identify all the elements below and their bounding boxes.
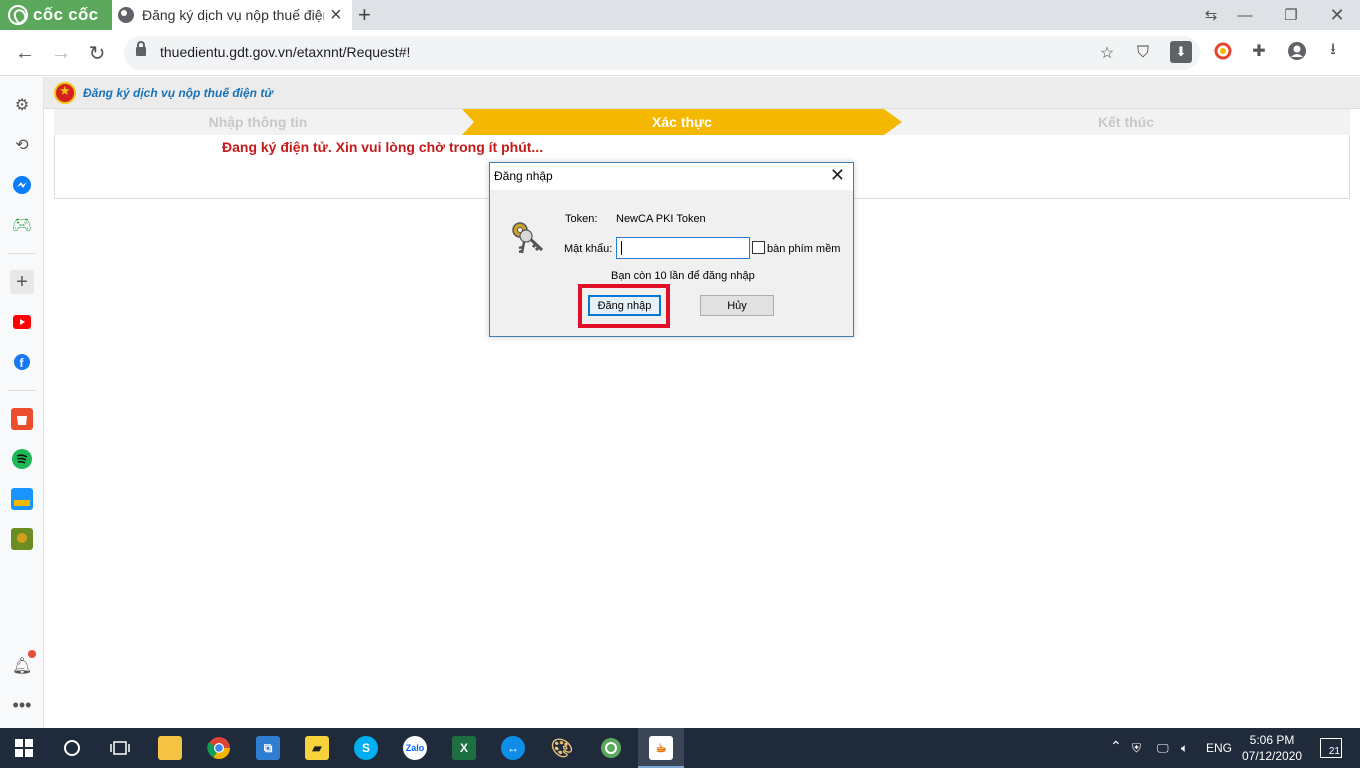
settings-gear-icon[interactable]: ⚙: [10, 93, 34, 117]
forward-button[interactable]: →: [48, 40, 74, 66]
clock-date: 07/12/2020: [1242, 749, 1303, 763]
keys-icon: [512, 222, 544, 254]
browser-sidebar: ⚙ ⟲ 🎮︎ + f 🔔︎ •••: [0, 77, 44, 728]
login-dialog: Đăng nhập ✕ Token: NewCA PKI Token Mật k…: [489, 162, 854, 337]
new-tab-button[interactable]: +: [358, 2, 371, 28]
site-title: Đăng ký dịch vụ nộp thuế điện tử: [83, 86, 273, 100]
address-bar[interactable]: thuedientu.gdt.gov.vn/etaxnnt/Request#! …: [124, 36, 1200, 70]
sidebar-divider: [8, 390, 36, 391]
sticky-notes-icon[interactable]: ▰: [305, 736, 329, 760]
notification-count: 21: [1328, 746, 1340, 757]
facebook-icon[interactable]: f: [10, 350, 34, 374]
dialog-close-icon[interactable]: ✕: [830, 165, 845, 186]
paint-icon[interactable]: 🎨︎: [550, 736, 574, 760]
youtube-icon[interactable]: [10, 310, 34, 334]
download-video-icon[interactable]: ⬇: [1170, 41, 1192, 63]
more-options-icon[interactable]: •••: [10, 693, 34, 717]
teamviewer-icon[interactable]: ↔: [501, 736, 525, 760]
windows-taskbar: ⧉ ▰ S Zalo X ↔ 🎨︎ ☕︎ ⌃ ⛨ 🖵︎ 🔈︎ ENG 5:06 …: [0, 728, 1360, 768]
progress-steps: Nhập thông tin Xác thực Kết thúc: [54, 109, 1350, 135]
tab-close-icon[interactable]: ×: [330, 5, 342, 25]
skype-icon[interactable]: S: [354, 736, 378, 760]
zalo-icon[interactable]: Zalo: [403, 736, 427, 760]
brand-name: cốc cốc: [33, 5, 99, 24]
password-label: Mật khẩu:: [564, 243, 613, 255]
messenger-icon[interactable]: [10, 173, 34, 197]
lock-icon[interactable]: [136, 41, 146, 56]
add-shortcut-icon[interactable]: +: [10, 270, 34, 294]
shield-icon[interactable]: ⛉: [1134, 44, 1152, 62]
coccoc-logo-icon: [8, 5, 28, 25]
token-value: NewCA PKI Token: [616, 213, 706, 225]
bookmark-star-icon[interactable]: ☆: [1098, 44, 1116, 62]
clock[interactable]: 5:06 PM 07/12/2020: [1242, 732, 1302, 764]
show-hidden-icons-chevron-icon[interactable]: ⌃: [1110, 738, 1122, 755]
sidebar-divider: [8, 253, 36, 254]
attempts-remaining-text: Bạn còn 10 lần để đăng nhập: [611, 270, 755, 282]
back-button[interactable]: ←: [12, 40, 38, 66]
spotify-icon[interactable]: [10, 447, 34, 471]
remote-desktop-icon[interactable]: ⧉: [256, 736, 280, 760]
action-center-icon[interactable]: 21: [1320, 738, 1342, 758]
notification-dot: [28, 650, 36, 658]
game-app-icon[interactable]: [10, 527, 34, 551]
tiki-icon[interactable]: [10, 487, 34, 511]
password-input[interactable]: [616, 237, 750, 259]
clock-time: 5:06 PM: [1249, 733, 1295, 747]
excel-icon[interactable]: X: [452, 736, 476, 760]
restore-button[interactable]: ❐: [1268, 0, 1314, 30]
task-view-icon[interactable]: [108, 736, 132, 760]
game-controller-icon[interactable]: 🎮︎: [10, 213, 34, 237]
windows-start-icon[interactable]: [12, 736, 36, 760]
notification-bell-icon[interactable]: 🔔︎: [10, 650, 36, 678]
window-close-button[interactable]: ✕: [1314, 0, 1360, 30]
tab-title: Đăng ký dịch vụ nộp thuế điện tử: [142, 7, 324, 23]
dialog-body: Token: NewCA PKI Token Mật khẩu: bàn phí…: [490, 190, 853, 336]
text-caret: [621, 241, 622, 255]
browser-toolbar: ← → ↻ thuedientu.gdt.gov.vn/etaxnnt/Requ…: [0, 30, 1360, 76]
cancel-button[interactable]: Hủy: [700, 295, 774, 316]
browser-tab-bar: cốc cốc Đăng ký dịch vụ nộp thuế điện tử…: [0, 0, 1360, 30]
history-icon[interactable]: ⟲: [10, 133, 34, 157]
coccoc-taskbar-icon[interactable]: [599, 736, 623, 760]
site-header: Đăng ký dịch vụ nộp thuế điện tử: [44, 77, 1360, 109]
java-icon[interactable]: ☕︎: [649, 736, 673, 760]
coccoc-menu-button[interactable]: cốc cốc: [0, 0, 112, 30]
step-finish: Kết thúc: [1098, 114, 1154, 130]
globe-icon: [118, 7, 134, 23]
network-icon[interactable]: 🖵︎: [1157, 741, 1169, 756]
step-enter-info: Nhập thông tin: [208, 114, 308, 130]
search-icon[interactable]: [60, 736, 84, 760]
browser-tab[interactable]: Đăng ký dịch vụ nộp thuế điện tử ×: [112, 0, 352, 30]
token-label: Token:: [565, 213, 598, 225]
profile-avatar-icon[interactable]: [1286, 40, 1308, 62]
national-emblem-icon: [54, 82, 76, 104]
defender-warning-icon[interactable]: ⛨: [1132, 741, 1141, 756]
reload-button[interactable]: ↻: [84, 40, 110, 66]
login-button-highlight: [578, 284, 670, 328]
minimize-button[interactable]: —: [1222, 0, 1268, 30]
step-verify: Xác thực: [652, 114, 712, 130]
url-text[interactable]: thuedientu.gdt.gov.vn/etaxnnt/Request#!: [160, 44, 410, 60]
volume-muted-icon[interactable]: 🔈︎: [1181, 741, 1188, 756]
language-indicator[interactable]: ENG: [1206, 741, 1232, 755]
wait-message: Đang ký điện tử. Xin vui lòng chờ trong …: [222, 139, 544, 155]
file-explorer-icon[interactable]: [158, 736, 182, 760]
downloads-icon[interactable]: ⭳: [1322, 40, 1344, 62]
extension-colorful-icon[interactable]: [1212, 40, 1234, 62]
virtual-keyboard-checkbox[interactable]: [752, 241, 765, 254]
shopee-icon[interactable]: [10, 407, 34, 431]
extensions-puzzle-icon[interactable]: ✚: [1248, 40, 1270, 62]
dialog-title: Đăng nhập: [494, 169, 553, 183]
virtual-keyboard-label[interactable]: bàn phím mềm: [767, 243, 840, 255]
chrome-icon[interactable]: [207, 736, 231, 760]
